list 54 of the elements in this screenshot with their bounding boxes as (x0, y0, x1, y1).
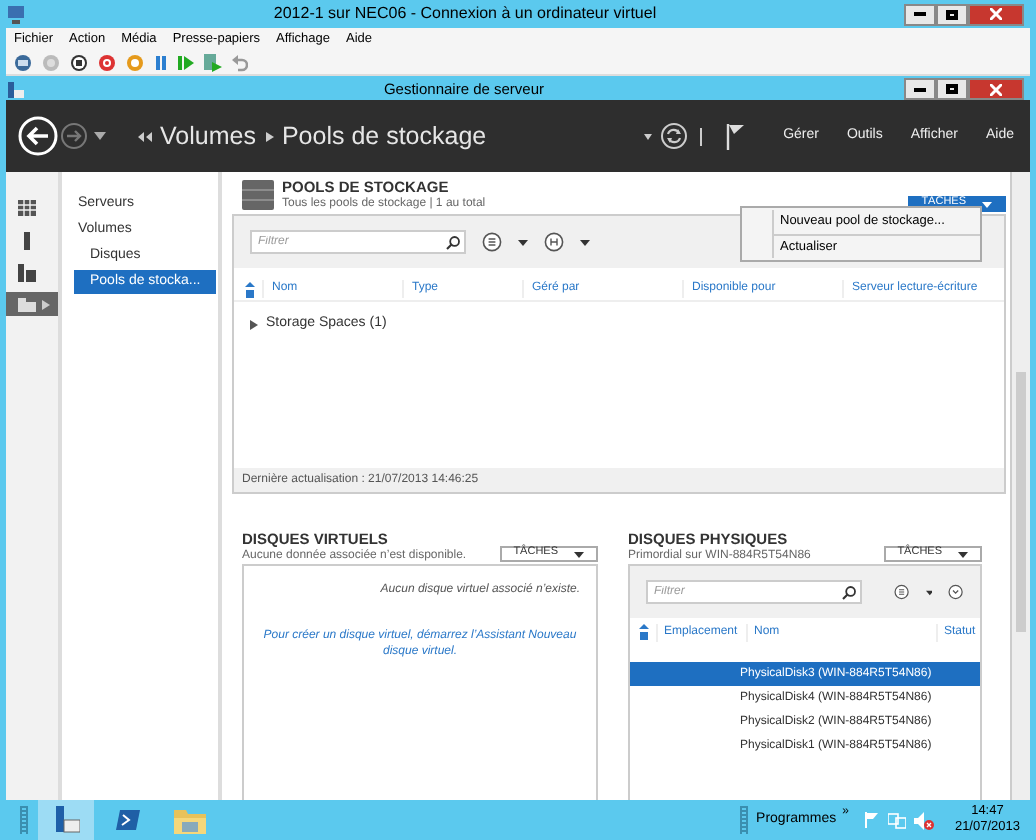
play-icon[interactable] (178, 53, 194, 71)
caret-icon (958, 551, 968, 557)
refresh-icon[interactable] (659, 122, 688, 150)
expand-icon[interactable] (250, 319, 258, 329)
volume-muted-icon[interactable] (914, 811, 935, 829)
scrollbar[interactable] (1010, 172, 1030, 800)
list-view-icon[interactable] (482, 232, 502, 252)
maximize-button[interactable] (936, 3, 968, 25)
chevron-right-icon (42, 299, 50, 309)
sort-icon[interactable] (244, 281, 256, 297)
chevron-right-icon (265, 131, 274, 141)
storage-icon (18, 295, 36, 313)
flag-icon[interactable] (725, 123, 744, 149)
search-icon[interactable] (446, 235, 460, 249)
servers-icon (18, 263, 36, 281)
caret-icon[interactable] (518, 239, 528, 245)
powershell-icon (116, 810, 140, 830)
close-button[interactable] (968, 78, 1024, 100)
minimize-button[interactable] (904, 78, 936, 100)
caret-icon[interactable] (643, 133, 652, 139)
pause-icon[interactable] (154, 53, 168, 71)
expand-icon[interactable] (948, 582, 964, 602)
caret-icon[interactable] (94, 132, 106, 140)
breadcrumb-item[interactable]: Volumes (160, 117, 256, 155)
server-manager-icon (6, 81, 24, 97)
close-button[interactable] (968, 3, 1024, 25)
back-icon[interactable] (18, 116, 58, 156)
server-manager-icon (52, 806, 80, 834)
dashboard-icon (18, 199, 36, 217)
close-icon (990, 83, 1002, 95)
caret-icon (982, 201, 992, 207)
list-view-icon[interactable] (894, 582, 910, 602)
minimize-button[interactable] (904, 3, 936, 25)
search-icon[interactable] (842, 585, 856, 599)
toolbar-grip (740, 806, 749, 834)
maximize-button[interactable] (936, 78, 968, 100)
forward-icon[interactable] (60, 122, 88, 150)
folder-icon (174, 807, 206, 833)
sidebar-tab[interactable] (6, 292, 58, 316)
server-icon (18, 231, 36, 249)
caret-icon (574, 551, 584, 557)
monitor-icon (6, 5, 26, 23)
caret-icon[interactable] (580, 239, 590, 245)
sort-icon[interactable] (638, 624, 650, 640)
caret-icon[interactable] (925, 589, 933, 595)
breadcrumb-item: Pools de stockage (281, 119, 487, 154)
taskbar-button[interactable] (38, 800, 94, 840)
undo-icon[interactable] (232, 53, 248, 71)
stop-icon[interactable] (70, 53, 88, 71)
window-title: 2012-1 sur NEC06 - Connexion à un ordinateur virtuel (271, 2, 659, 26)
close-icon (990, 8, 1002, 20)
storage-pool-icon (242, 180, 274, 210)
taskbar-grip (20, 806, 28, 834)
breadcrumb-back-icon (138, 131, 152, 141)
